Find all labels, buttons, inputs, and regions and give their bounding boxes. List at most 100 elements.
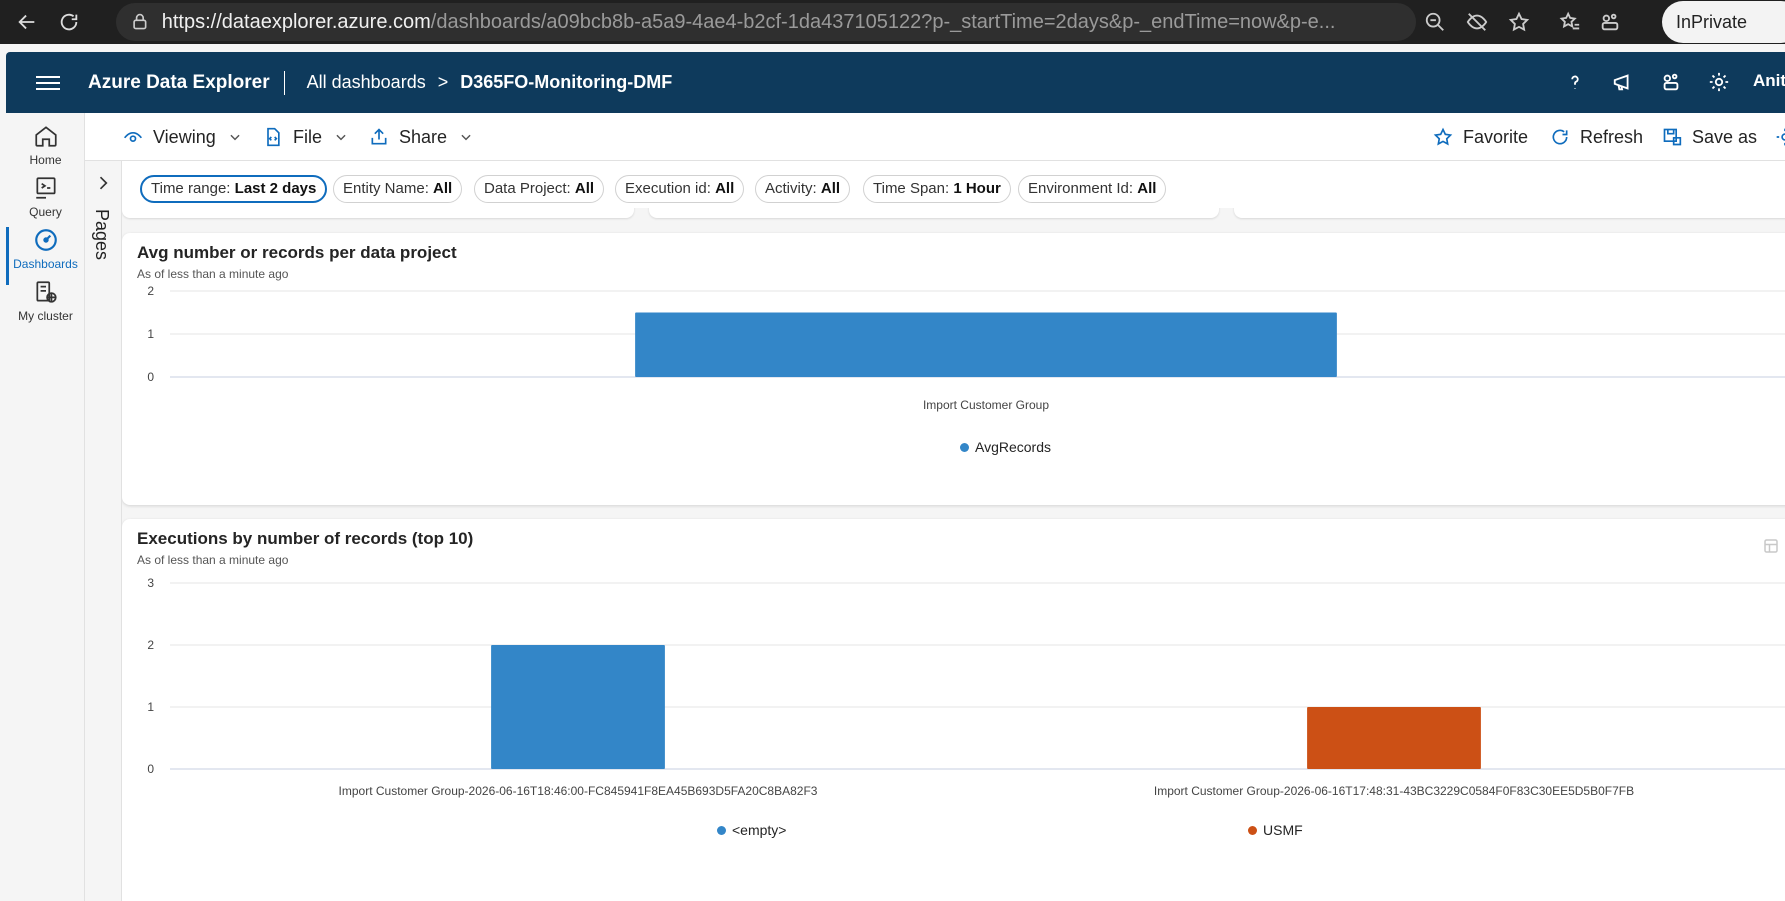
tile-above-partial bbox=[649, 208, 1219, 218]
address-bar[interactable]: https://dataexplorer.azure.com/dashboard… bbox=[116, 3, 1416, 41]
param-value: All bbox=[574, 180, 595, 197]
tile-avg-records-per-project[interactable]: Avg number or records per data project A… bbox=[122, 233, 1785, 505]
rail-item-dashboards[interactable]: Dashboards bbox=[6, 227, 85, 285]
y-tick-label: 0 bbox=[147, 370, 154, 384]
y-tick-label: 2 bbox=[147, 638, 154, 652]
rail-item-home[interactable]: Home bbox=[6, 123, 85, 179]
file-icon bbox=[267, 127, 280, 147]
inprivate-badge[interactable]: InPrivate bbox=[1662, 1, 1785, 43]
eye-icon bbox=[123, 131, 143, 142]
y-tick-label: 0 bbox=[147, 762, 154, 776]
reload-icon[interactable] bbox=[52, 5, 86, 39]
param-name: Activity: bbox=[765, 180, 817, 197]
rail-item-label: Query bbox=[29, 205, 62, 219]
refresh-label: Refresh bbox=[1580, 126, 1644, 147]
pages-panel-collapsed[interactable]: Pages bbox=[85, 161, 122, 901]
star-icon bbox=[1433, 127, 1453, 146]
param-name: Data Project: bbox=[484, 180, 571, 197]
legend-label: <empty> bbox=[732, 822, 787, 838]
app-header: Azure Data Explorer All dashboards > D36… bbox=[6, 52, 1785, 113]
legend-swatch bbox=[960, 442, 969, 452]
legend-item[interactable]: <empty> bbox=[717, 822, 786, 838]
share-label: Share bbox=[399, 126, 448, 147]
feedback-megaphone-icon[interactable] bbox=[1609, 68, 1637, 96]
param-time-span[interactable]: Time Span: 1 Hour bbox=[863, 175, 1011, 203]
tile-executions-by-records[interactable]: Executions by number of records (top 10)… bbox=[122, 519, 1785, 901]
x-tick-label: Import Customer Group bbox=[923, 398, 1049, 412]
param-name: Time range: bbox=[151, 180, 231, 197]
viewing-mode-button[interactable]: Viewing bbox=[123, 113, 242, 161]
help-icon[interactable] bbox=[1561, 68, 1589, 96]
share-connections-icon[interactable] bbox=[1657, 68, 1685, 96]
y-tick-label: 3 bbox=[147, 576, 154, 590]
app-name[interactable]: Azure Data Explorer bbox=[88, 70, 285, 95]
menu-icon[interactable] bbox=[36, 71, 60, 95]
legend-swatch bbox=[717, 825, 726, 835]
chevron-right-icon[interactable] bbox=[93, 173, 113, 193]
bar-usmf bbox=[1307, 707, 1481, 769]
param-data-project[interactable]: Data Project: All bbox=[474, 175, 605, 203]
param-value: All bbox=[433, 180, 453, 197]
chevron-down-icon bbox=[230, 134, 240, 141]
tile-above-partial bbox=[1234, 208, 1785, 218]
param-name: Time Span: bbox=[873, 180, 950, 197]
tracking-prevention-icon[interactable] bbox=[1462, 7, 1492, 37]
save-as-icon bbox=[1663, 128, 1682, 146]
breadcrumb-all-dashboards[interactable]: All dashboards bbox=[307, 72, 426, 93]
refresh-icon bbox=[1552, 129, 1568, 145]
chevron-down-icon bbox=[461, 134, 471, 141]
share-icon bbox=[371, 128, 387, 145]
param-value: Last 2 days bbox=[234, 180, 317, 197]
legend-swatch bbox=[1248, 825, 1257, 835]
settings-gear-icon[interactable] bbox=[1705, 68, 1733, 96]
cluster-icon bbox=[35, 281, 57, 303]
bar-avgrecords bbox=[635, 312, 1337, 377]
extensions-icon[interactable] bbox=[1595, 7, 1625, 37]
refresh-button[interactable]: Refresh bbox=[1550, 113, 1643, 161]
param-value: 1 Hour bbox=[953, 180, 1001, 197]
y-tick-label: 1 bbox=[147, 700, 154, 714]
param-name: Environment Id: bbox=[1028, 180, 1134, 197]
bar-chart: 0 1 2 3 Import Customer Group-2026-06-16T18:… bbox=[147, 576, 1785, 798]
tile-above-partial bbox=[122, 208, 634, 218]
rail-item-label: My cluster bbox=[18, 309, 73, 323]
save-as-label: Save as bbox=[1692, 126, 1758, 147]
share-menu-button[interactable]: Share bbox=[369, 113, 473, 161]
back-icon[interactable] bbox=[10, 5, 44, 39]
rail-item-label: Dashboards bbox=[13, 257, 78, 271]
save-as-button[interactable]: Save as bbox=[1662, 113, 1757, 161]
chevron-right-icon: > bbox=[437, 72, 449, 92]
user-name[interactable]: Anith bbox=[1753, 71, 1785, 91]
param-value: All bbox=[715, 180, 735, 197]
param-value: All bbox=[820, 180, 841, 197]
param-time-range[interactable]: Time range: Last 2 days bbox=[140, 175, 328, 203]
favorite-star-icon[interactable] bbox=[1504, 7, 1534, 37]
favorite-button[interactable]: Favorite bbox=[1433, 113, 1528, 161]
breadcrumb-current-dashboard: D365FO-Monitoring-DMF bbox=[460, 72, 673, 92]
param-activity[interactable]: Activity: All bbox=[755, 175, 851, 203]
bar-chart: 0 1 2 Import Customer Group bbox=[147, 284, 1785, 412]
x-tick-label: Import Customer Group-2026-06-16T18:46:0… bbox=[339, 784, 818, 798]
param-entity-name[interactable]: Entity Name: All bbox=[333, 175, 463, 203]
favorite-label: Favorite bbox=[1463, 126, 1529, 147]
file-menu-button[interactable]: File bbox=[263, 113, 348, 161]
left-navigation-rail: Home Query Dashboards My cluster bbox=[6, 113, 85, 901]
rail-item-query[interactable]: Query bbox=[6, 175, 85, 231]
rail-item-my-cluster[interactable]: My cluster bbox=[6, 279, 85, 335]
settings-toolbar-button[interactable] bbox=[1775, 113, 1785, 161]
chevron-down-icon bbox=[336, 134, 346, 141]
dashboard-toolbar: Viewing File Share Favorite Refresh Save… bbox=[85, 113, 1785, 161]
param-environment-id[interactable]: Environment Id: All bbox=[1018, 175, 1167, 203]
query-icon bbox=[35, 177, 56, 199]
file-label: File bbox=[293, 126, 323, 147]
legend-item[interactable]: AvgRecords bbox=[960, 439, 1051, 455]
url-text: https://dataexplorer.azure.com/dashboard… bbox=[161, 10, 1336, 33]
dashboard-canvas: Avg number or records per data project A… bbox=[122, 208, 1785, 901]
y-tick-label: 1 bbox=[147, 327, 154, 341]
favorites-icon[interactable] bbox=[1555, 7, 1585, 37]
zoom-icon[interactable] bbox=[1420, 7, 1450, 37]
lock-icon bbox=[133, 13, 147, 30]
param-execution-id[interactable]: Execution id: All bbox=[615, 175, 745, 203]
legend-item[interactable]: USMF bbox=[1248, 822, 1303, 838]
dashboard-gauge-icon bbox=[34, 229, 57, 251]
